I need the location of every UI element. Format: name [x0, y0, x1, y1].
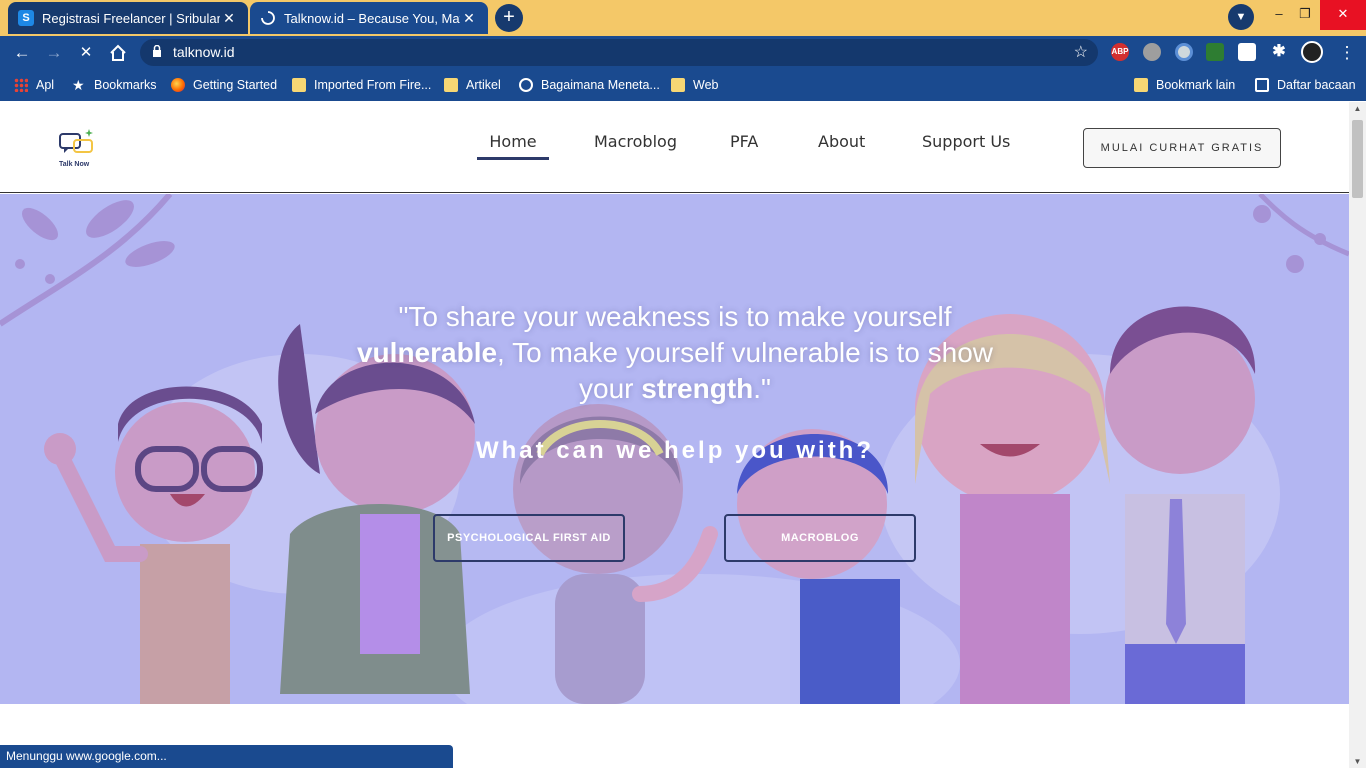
url-text: talknow.id	[173, 44, 235, 60]
shield-extension-icon[interactable]	[1238, 43, 1256, 61]
folder-icon	[1134, 78, 1148, 92]
bookmark-label: Bagaimana Meneta...	[541, 78, 660, 92]
bookmark-label: Daftar bacaan	[1277, 78, 1356, 92]
globe-icon	[519, 78, 533, 92]
scroll-up-icon[interactable]: ▲	[1349, 104, 1366, 113]
profile-avatar[interactable]	[1301, 41, 1323, 63]
nav-support-us[interactable]: Support Us	[922, 132, 1010, 151]
tab-talknow[interactable]: Talknow.id – Because You, Matter ✕	[250, 2, 488, 34]
extensions-puzzle-icon[interactable]: ✱	[1270, 43, 1288, 61]
sribulancer-favicon-icon: S	[18, 10, 34, 26]
menu-kebab-icon[interactable]: ⋮	[1334, 40, 1360, 66]
bookmark-web[interactable]: Web	[671, 76, 718, 94]
apps-grid-icon	[14, 78, 28, 92]
page-scrollbar[interactable]: ▲ ▼	[1349, 102, 1366, 768]
reading-list[interactable]: Daftar bacaan	[1255, 76, 1356, 94]
folder-icon	[292, 78, 306, 92]
bookmark-lain[interactable]: Bookmark lain	[1134, 76, 1235, 94]
address-bar[interactable]: talknow.id ☆	[140, 39, 1098, 66]
help-heading: What can we help you with?	[475, 437, 874, 464]
green-extension-icon[interactable]	[1206, 43, 1224, 61]
reading-list-icon	[1255, 78, 1269, 92]
nav-home[interactable]: Home	[477, 132, 549, 160]
folder-icon	[444, 78, 458, 92]
bookmark-apl[interactable]: Apl	[14, 76, 54, 94]
quote-emphasis: strength	[641, 373, 754, 404]
bookmark-getting-started[interactable]: Getting Started	[171, 76, 277, 94]
folder-icon	[671, 78, 685, 92]
bookmark-bagaimana[interactable]: Bagaimana Meneta...	[519, 76, 660, 94]
status-bar: Menunggu www.google.com...	[0, 745, 453, 768]
quote-emphasis: vulnerable	[356, 337, 498, 368]
tab-close-icon[interactable]: ✕	[220, 10, 238, 27]
scroll-down-icon[interactable]: ▼	[1349, 757, 1366, 766]
bookmarks-bar: Apl ★ Bookmarks Getting Started Imported…	[0, 69, 1366, 101]
talknow-logo[interactable]: Talk Now	[58, 124, 98, 168]
adblock-icon[interactable]: ABP	[1111, 43, 1129, 61]
bookmark-bookmarks[interactable]: ★ Bookmarks	[72, 76, 157, 94]
tab-search-icon[interactable]: ▼	[1228, 4, 1254, 30]
bookmark-label: Imported From Fire...	[314, 78, 432, 92]
loading-spinner-icon	[260, 10, 276, 26]
close-window-button[interactable]: ✕	[1320, 0, 1366, 30]
bookmark-label: Apl	[36, 78, 55, 92]
tab-title: Talknow.id – Because You, Matter	[284, 10, 460, 26]
web-page: Talk Now Home Macroblog PFA About Suppor…	[0, 102, 1349, 768]
bookmark-label: Bookmarks	[94, 78, 157, 92]
logo-text: Talk Now	[59, 161, 90, 168]
scrollbar-thumb[interactable]	[1352, 120, 1363, 198]
site-header: Talk Now Home Macroblog PFA About Suppor…	[0, 102, 1349, 193]
psychological-first-aid-button[interactable]: PSYCHOLOGICAL FIRST AID	[433, 514, 625, 562]
hero-quote: "To share your weakness is to make yours…	[330, 299, 1020, 407]
nav-about[interactable]: About	[818, 132, 865, 151]
macroblog-button[interactable]: MACROBLOG	[724, 514, 916, 562]
restore-button[interactable]: ❐	[1288, 0, 1322, 30]
bookmark-star-icon[interactable]: ☆	[1074, 42, 1088, 62]
forward-icon[interactable]: →	[41, 40, 67, 66]
stop-icon[interactable]: ✕	[73, 40, 99, 66]
bookmark-label: Getting Started	[193, 78, 278, 92]
quote-text: "To share your weakness is to make yours…	[398, 301, 952, 332]
bookmark-artikel[interactable]: Artikel	[444, 76, 501, 94]
firefox-icon	[171, 78, 185, 92]
nav-pfa[interactable]: PFA	[730, 132, 758, 151]
tab-close-icon[interactable]: ✕	[460, 10, 478, 27]
quote-text: ."	[753, 373, 771, 404]
tab-title: Registrasi Freelancer | Sribulancer	[42, 10, 220, 26]
new-tab-button[interactable]: +	[495, 4, 523, 32]
back-icon[interactable]: ←	[9, 40, 35, 66]
bookmark-imported-from-firefox[interactable]: Imported From Fire...	[292, 76, 431, 94]
lock-icon	[153, 45, 161, 57]
bookmark-label: Web	[693, 78, 719, 92]
cloud-extension-icon[interactable]	[1143, 43, 1161, 61]
circle-extension-icon[interactable]	[1175, 43, 1193, 61]
nav-macroblog[interactable]: Macroblog	[594, 132, 677, 151]
hero-section: "To share your weakness is to make yours…	[0, 194, 1349, 704]
browser-toolbar: ← → ✕ talknow.id ☆ ABP ✱ ⋮	[0, 36, 1366, 69]
bookmark-label: Bookmark lain	[1156, 78, 1236, 92]
home-icon[interactable]	[105, 40, 131, 66]
mulai-curhat-button[interactable]: MULAI CURHAT GRATIS	[1083, 128, 1281, 168]
tab-strip: S Registrasi Freelancer | Sribulancer ✕ …	[0, 0, 1366, 36]
bookmark-label: Artikel	[466, 78, 501, 92]
star-icon: ★	[72, 77, 85, 93]
tab-sribulancer[interactable]: S Registrasi Freelancer | Sribulancer ✕	[8, 2, 248, 34]
